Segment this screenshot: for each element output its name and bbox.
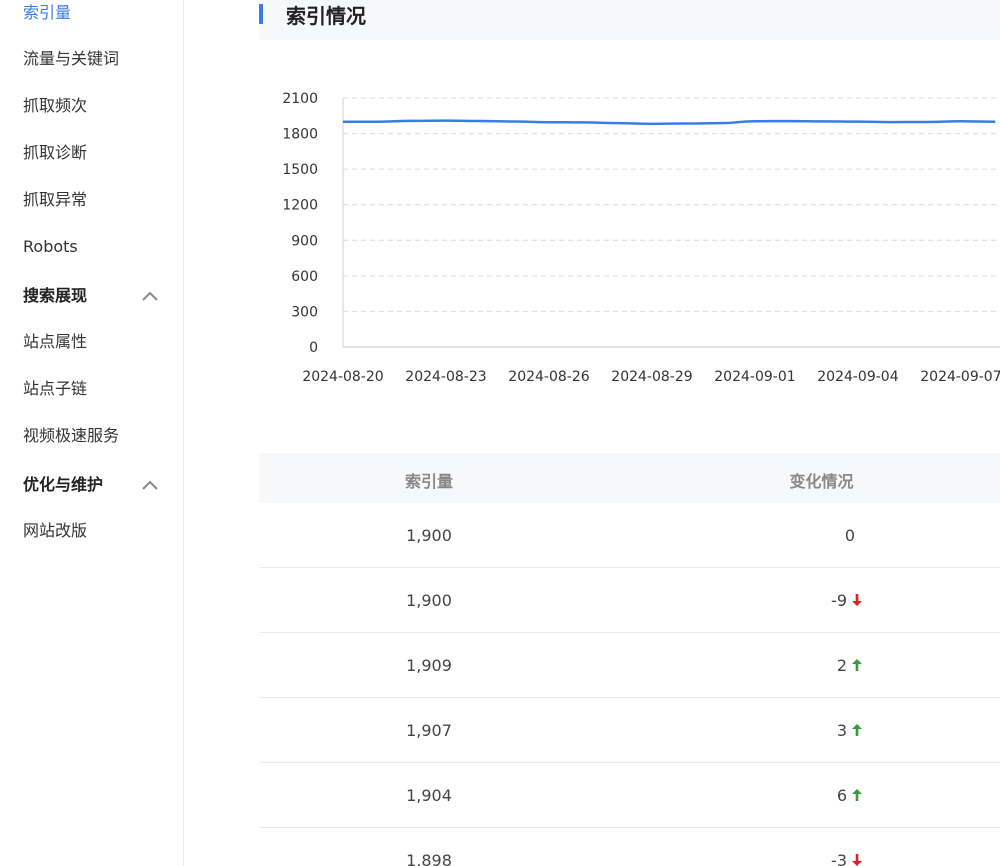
y-tick-label: 2100 — [282, 91, 318, 107]
section-header: 索引情况 — [259, 0, 1000, 40]
sidebar-item-site-attributes[interactable]: 站点属性 — [23, 331, 87, 353]
index-table: 索引量 变化情况 1,900 0 1,900 -9 1,909 2 1,907 3 1,904 6… — [259, 453, 1000, 866]
index-chart: 0 300 600 900 1200 1500 1800 2100 2024-08-20 2024… — [259, 80, 1000, 400]
sidebar-item-crawl-diagnosis[interactable]: 抓取诊断 — [23, 142, 87, 164]
change-cell: -9 — [259, 591, 863, 610]
chevron-up-icon — [142, 480, 158, 490]
sidebar-item-site-revamp[interactable]: 网站改版 — [23, 520, 87, 542]
change-value: 0 — [844, 526, 855, 545]
change-value: 6 — [836, 786, 847, 805]
sidebar-group-optimization[interactable]: 优化与维护 — [23, 474, 163, 496]
sidebar-item-video-fast-service[interactable]: 视频极速服务 — [23, 425, 119, 447]
table-row: 1,909 2 — [259, 633, 1000, 698]
sidebar-item-crawl-errors[interactable]: 抓取异常 — [23, 189, 87, 211]
x-tick-label: 2024-09-07 — [920, 369, 1000, 385]
y-tick-label: 600 — [291, 269, 318, 285]
change-cell: 0 — [259, 526, 855, 545]
y-tick-label: 900 — [291, 233, 318, 249]
sidebar-item-site-sublinks[interactable]: 站点子链 — [23, 378, 87, 400]
accent-bar — [259, 4, 263, 24]
change-value: -3 — [831, 851, 847, 866]
line-chart: 0 300 600 900 1200 1500 1800 2100 2024-08-20 2024… — [282, 91, 1000, 385]
change-value: 2 — [836, 656, 847, 675]
change-value: -9 — [831, 591, 847, 610]
series-line — [343, 119, 996, 126]
sidebar-group-search-display[interactable]: 搜索展现 — [23, 285, 163, 307]
change-cell: 2 — [259, 656, 863, 675]
change-cell: 6 — [259, 786, 863, 805]
x-tick-label: 2024-08-20 — [302, 369, 383, 385]
y-tick-label: 1800 — [282, 127, 318, 143]
column-header-index: 索引量 — [404, 472, 453, 491]
y-tick-label: 0 — [309, 340, 318, 356]
table-row: 1,907 3 — [259, 698, 1000, 763]
change-cell: 3 — [259, 721, 863, 740]
x-tick-label: 2024-08-23 — [405, 369, 486, 385]
sidebar-item-index-volume[interactable]: 索引量 — [23, 2, 71, 24]
change-value: 3 — [836, 721, 847, 740]
chevron-up-icon — [142, 291, 158, 301]
arrow-down-icon — [852, 854, 862, 866]
change-cell: -3 — [259, 851, 863, 866]
column-header-change: 变化情况 — [789, 472, 854, 491]
arrow-up-icon — [852, 789, 862, 801]
table-row: 1,904 6 — [259, 763, 1000, 828]
sidebar-group-label: 搜索展现 — [23, 286, 88, 305]
y-tick-label: 300 — [291, 304, 318, 320]
arrow-up-icon — [852, 659, 862, 671]
sidebar-item-robots[interactable]: Robots — [23, 236, 78, 258]
table-row: 1,900 0 — [259, 503, 1000, 568]
table-row: 1,898 -3 — [259, 828, 1000, 866]
y-tick-label: 1200 — [282, 198, 318, 214]
table-header: 索引量 变化情况 — [259, 453, 1000, 503]
x-tick-label: 2024-08-29 — [611, 369, 692, 385]
arrow-up-icon — [852, 724, 862, 736]
table-row: 1,900 -9 — [259, 568, 1000, 633]
x-tick-label: 2024-09-01 — [714, 369, 795, 385]
sidebar-item-traffic-keywords[interactable]: 流量与关键词 — [23, 48, 119, 70]
x-tick-label: 2024-08-26 — [508, 369, 589, 385]
arrow-down-icon — [852, 594, 862, 606]
sidebar-item-crawl-frequency[interactable]: 抓取频次 — [23, 95, 87, 117]
y-tick-label: 1500 — [282, 162, 318, 178]
table-body: 1,900 0 1,900 -9 1,909 2 1,907 3 1,904 6 1,898 -3 — [259, 503, 1000, 866]
sidebar: 索引量 流量与关键词 抓取频次 抓取诊断 抓取异常 Robots 搜索展现 站点… — [0, 0, 184, 866]
x-tick-label: 2024-09-04 — [817, 369, 898, 385]
page-title: 索引情况 — [286, 4, 366, 28]
sidebar-group-label: 优化与维护 — [23, 475, 104, 494]
